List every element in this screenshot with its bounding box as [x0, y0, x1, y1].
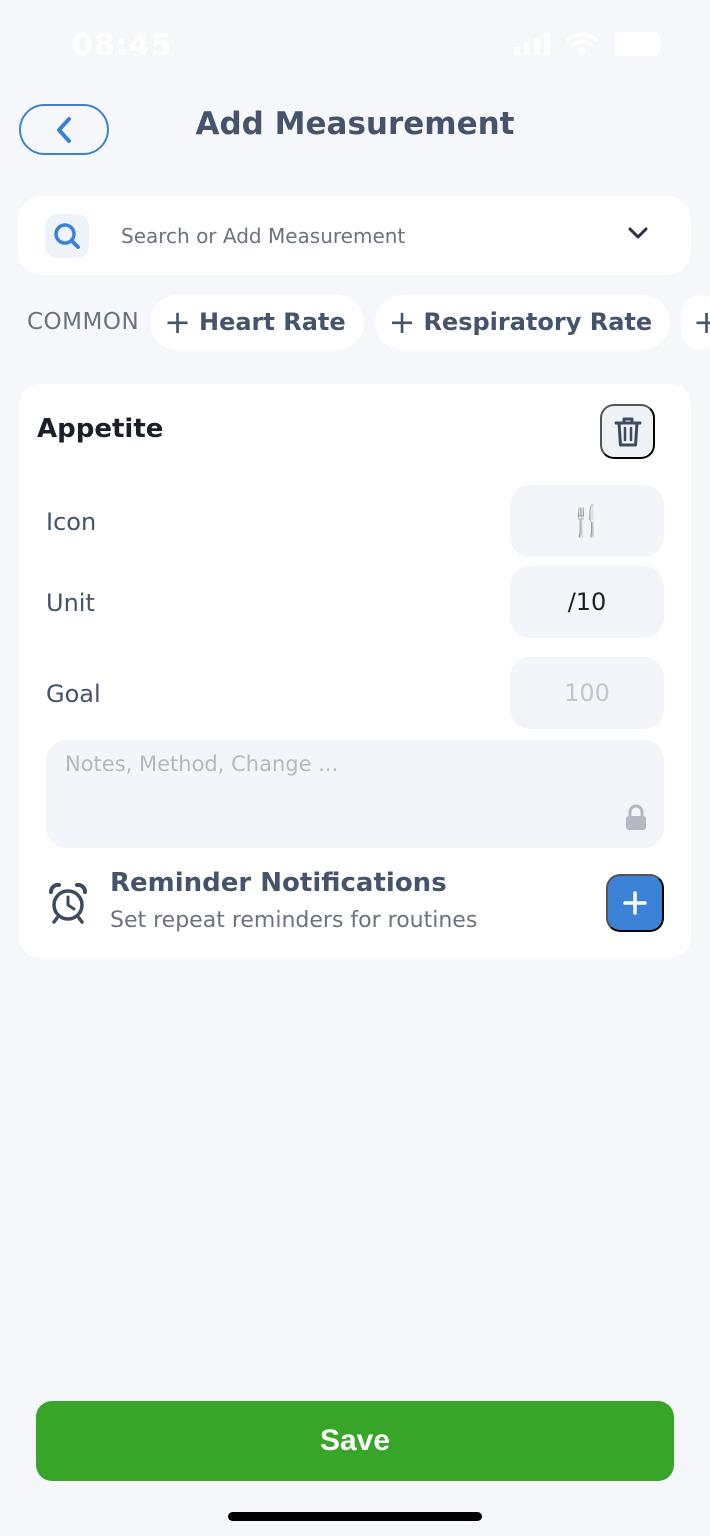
- plus-icon: [623, 891, 647, 915]
- chip-label: Heart Rate: [198, 308, 346, 336]
- plus-icon: +: [693, 303, 710, 341]
- common-label: COMMON: [27, 309, 140, 335]
- wifi-icon: [566, 32, 598, 55]
- lock-icon: [626, 804, 646, 830]
- notes-placeholder: Notes, Method, Change ...: [65, 752, 339, 776]
- chip-label: Respiratory Rate: [423, 308, 653, 336]
- notes-field[interactable]: Notes, Method, Change ...: [46, 740, 664, 848]
- common-row: COMMON + Heart Rate + Respiratory Rate +: [0, 294, 710, 350]
- status-bar: 08:45 71: [0, 0, 710, 95]
- search-bar[interactable]: Search or Add Measurement: [18, 196, 691, 275]
- goal-label: Goal: [46, 680, 101, 708]
- unit-label: Unit: [46, 589, 95, 617]
- battery-level: 71: [626, 35, 648, 53]
- alarm-clock-icon: [48, 882, 88, 924]
- add-reminder-button[interactable]: [606, 874, 664, 932]
- plus-icon: +: [388, 303, 416, 341]
- trash-icon: [614, 417, 641, 446]
- reminder-subtitle: Set repeat reminders for routines: [110, 908, 478, 933]
- goal-field[interactable]: 100: [510, 657, 664, 729]
- signal-icon: [514, 33, 550, 55]
- measurement-title: Appetite: [37, 414, 164, 444]
- measurement-card: Appetite Icon 🍴 Unit /10 Goal 100 Notes,…: [19, 384, 691, 958]
- battery-icon: 71: [614, 32, 660, 56]
- chip-respiratory-rate[interactable]: + Respiratory Rate: [374, 294, 671, 350]
- fork-knife-icon: 🍴: [568, 503, 606, 539]
- search-icon: [45, 213, 89, 258]
- delete-button[interactable]: [600, 404, 655, 459]
- status-time: 08:45: [72, 28, 173, 63]
- chevron-down-icon[interactable]: [627, 225, 649, 241]
- icon-label: Icon: [46, 508, 97, 536]
- reminder-title: Reminder Notifications: [110, 868, 447, 898]
- home-indicator: [228, 1512, 482, 1521]
- icon-picker[interactable]: 🍴: [510, 485, 664, 557]
- page-title: Add Measurement: [195, 106, 515, 142]
- save-button[interactable]: Save: [36, 1401, 674, 1481]
- status-icons: 71: [514, 32, 660, 56]
- unit-field[interactable]: /10: [510, 566, 664, 638]
- plus-icon: +: [164, 303, 191, 341]
- search-placeholder[interactable]: Search or Add Measurement: [121, 224, 405, 248]
- chip-heart-rate[interactable]: + Heart Rate: [150, 294, 364, 350]
- chip-more[interactable]: +: [681, 294, 710, 350]
